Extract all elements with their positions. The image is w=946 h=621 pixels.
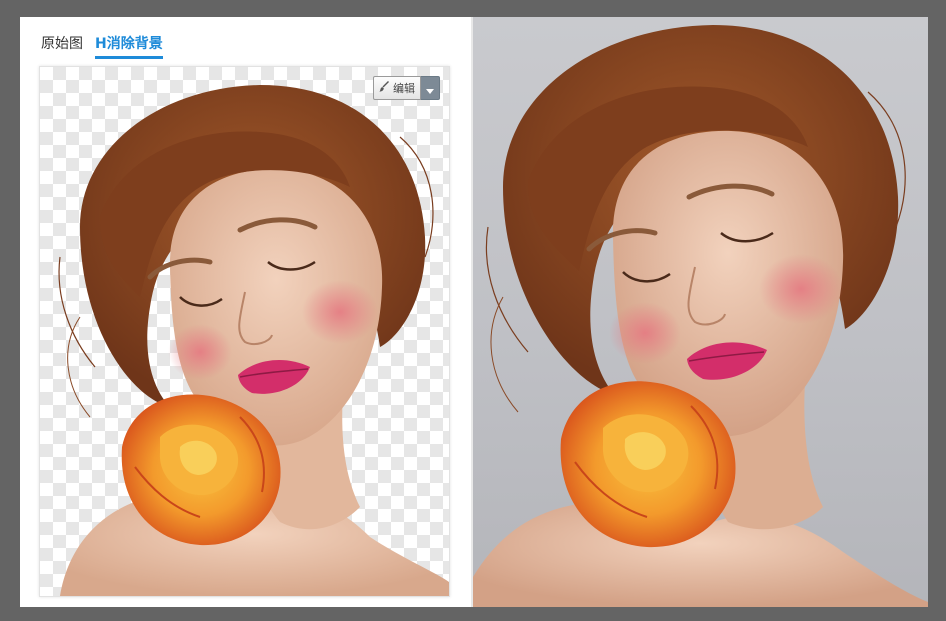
cutout-image <box>58 85 449 596</box>
edit-dropdown-button[interactable] <box>421 76 440 100</box>
tab-remove-background[interactable]: H消除背景 <box>95 33 163 59</box>
app-window: 原始图 H消除背景 编辑 <box>20 17 928 607</box>
tab-original[interactable]: 原始图 <box>41 33 83 59</box>
cutout-preview: 编辑 <box>39 66 450 597</box>
result-panel: 原始图 H消除背景 编辑 <box>20 17 471 607</box>
original-image <box>473 25 928 607</box>
caret-down-icon <box>426 79 434 98</box>
edit-button-label: 编辑 <box>393 82 415 95</box>
edit-controls: 编辑 <box>373 76 440 100</box>
edit-button[interactable]: 编辑 <box>373 76 421 100</box>
brush-icon <box>379 81 390 95</box>
view-tabs: 原始图 H消除背景 <box>41 33 163 59</box>
original-panel <box>473 17 928 607</box>
